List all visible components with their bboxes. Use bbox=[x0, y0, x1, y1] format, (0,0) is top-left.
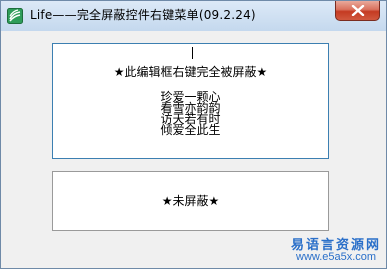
edit-heading: ★此编辑框右键完全被屏蔽★ bbox=[113, 65, 268, 79]
edit-box-unblocked[interactable]: ★未屏蔽★ bbox=[52, 171, 329, 231]
window-title: Life——完全屏蔽控件右键菜单(09.2.24) bbox=[30, 8, 256, 22]
app-icon[interactable] bbox=[7, 8, 23, 24]
edit-box-unblocked-label: ★未屏蔽★ bbox=[161, 194, 220, 208]
close-button[interactable] bbox=[335, 1, 380, 21]
close-icon bbox=[351, 5, 365, 16]
watermark-url: www.e5a5x.com bbox=[296, 251, 377, 263]
client-area: ★此编辑框右键完全被屏蔽★ 珍爱一颗心 看雪亦韵韵 访天若有时 倾爱全此生 ★未… bbox=[8, 31, 379, 261]
text-caret bbox=[192, 47, 193, 59]
edit-box-blocked-content: ★此编辑框右键完全被屏蔽★ 珍爱一颗心 看雪亦韵韵 访天若有时 倾爱全此生 bbox=[53, 65, 328, 136]
edit-box-blocked[interactable]: ★此编辑框右键完全被屏蔽★ 珍爱一颗心 看雪亦韵韵 访天若有时 倾爱全此生 bbox=[52, 43, 329, 159]
title-bar[interactable]: Life——完全屏蔽控件右键菜单(09.2.24) bbox=[1, 1, 386, 31]
main-window: Life——完全屏蔽控件右键菜单(09.2.24) ★此编辑框右键完全被屏蔽★ … bbox=[0, 0, 387, 269]
poem-line-4: 倾爱全此生 bbox=[160, 123, 221, 137]
